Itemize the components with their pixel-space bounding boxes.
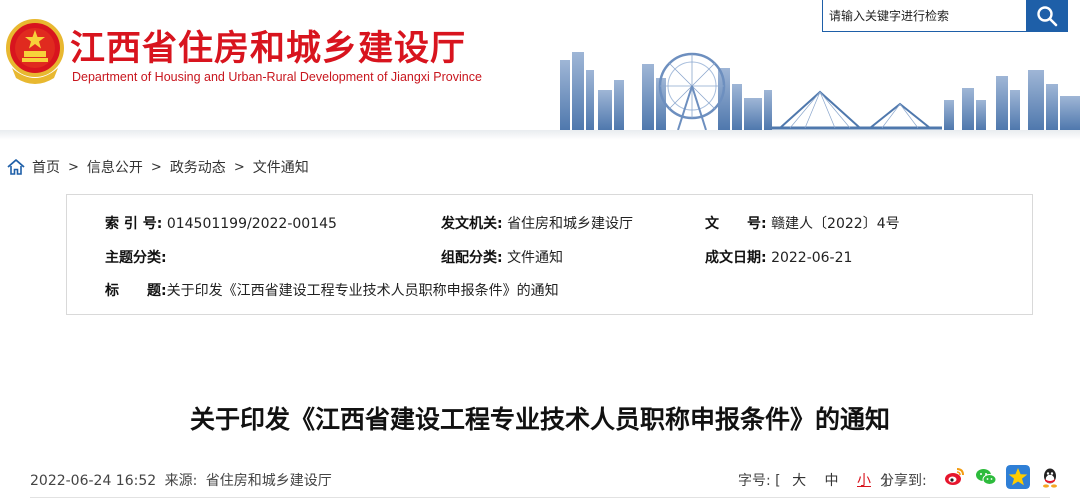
qzone-icon[interactable] [1006,465,1030,489]
topic-field: 主题分类: [105,247,167,267]
font-size-open-bracket: [ [775,473,781,489]
issuer-value: 省住房和城乡建设厅 [507,216,634,232]
source-label: 来源: [164,473,198,489]
share-label: 分享到: [880,473,927,489]
date-value: 2022-06-21 [771,250,853,266]
wechat-icon[interactable] [974,465,998,489]
category-value: 文件通知 [507,250,564,266]
category-label: 组配分类: [441,250,503,266]
font-size-label: 字号: [738,473,771,489]
issuer-label: 发文机关: [441,216,503,232]
font-size-control: 字号: [ 大 中 小 ] [738,470,888,490]
publish-time: 2022-06-24 16:52 [30,473,157,489]
site-title: 江西省住房和城乡建设厅 [70,29,467,69]
category-field: 组配分类: 文件通知 [441,247,563,267]
header-divider [0,130,1080,140]
document-number-field: 文 号: 赣建人〔2022〕4号 [705,213,900,233]
index-number-value: 014501199/2022-00145 [166,216,337,232]
document-info-panel: 索 引 号: 014501199/2022-00145 发文机关: 省住房和城乡… [66,194,1033,315]
breadcrumb-separator: > [233,159,245,175]
date-label: 成文日期: [705,250,767,266]
document-number-value: 赣建人〔2022〕4号 [771,216,900,232]
date-field: 成文日期: 2022-06-21 [705,247,852,267]
issuer-field: 发文机关: 省住房和城乡建设厅 [441,213,633,233]
breadcrumb-separator: > [68,159,79,175]
article-meta: 2022-06-24 16:52 来源: 省住房和城乡建设厅 [30,470,336,490]
source-value: 省住房和城乡建设厅 [205,473,332,489]
article-title: 关于印发《江西省建设工程专业技术人员职称申报条件》的通知 [189,405,890,434]
meta-divider [30,497,1050,498]
font-size-large-button[interactable]: 大 [792,473,806,489]
document-number-label: 文 号: [705,216,767,232]
doc-title-label: 标 题: [105,283,167,299]
breadcrumb-notice-link[interactable]: 文件通知 [253,157,309,177]
breadcrumb-info-link[interactable]: 信息公开 [87,157,143,177]
weibo-icon[interactable] [942,465,966,489]
doc-title-field: 标 题:关于印发《江西省建设工程专业技术人员职称申报条件》的通知 [105,280,559,300]
breadcrumb: 首页 > 信息公开 > 政务动态 > 文件通知 [6,156,309,178]
doc-title-value: 关于印发《江西省建设工程专业技术人员职称申报条件》的通知 [166,283,559,299]
font-size-medium-button[interactable]: 中 [825,473,839,489]
site-header: 江西省住房和城乡建设厅 Department of Housing and Ur… [0,0,1080,134]
city-skyline-banner [560,52,1080,131]
index-number-field: 索 引 号: 014501199/2022-00145 [105,213,337,233]
breadcrumb-home-link[interactable]: 首页 [32,157,60,177]
topic-label: 主题分类: [105,250,167,266]
search-icon [1037,6,1058,27]
index-number-label: 索 引 号: [105,216,163,232]
breadcrumb-separator: > [150,159,162,175]
site-subtitle: Department of Housing and Urban-Rural De… [72,70,482,84]
search-input[interactable]: 请输入关键字进行检索 [822,0,1027,32]
breadcrumb-news-link[interactable]: 政务动态 [170,157,226,177]
qq-icon[interactable] [1038,465,1062,489]
font-size-small-button[interactable]: 小 [857,473,871,489]
home-icon [7,159,25,175]
national-emblem-icon [6,19,64,84]
search-button[interactable] [1026,0,1068,32]
